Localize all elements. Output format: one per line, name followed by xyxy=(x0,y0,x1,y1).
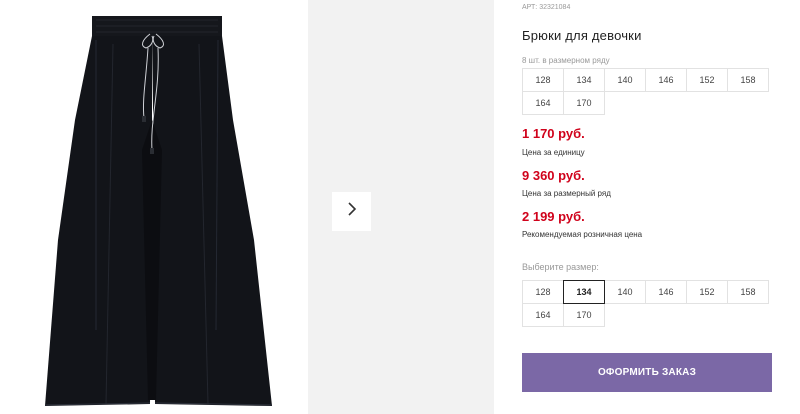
unit-price: 1 170 руб. xyxy=(522,126,585,141)
size-option[interactable]: 146 xyxy=(645,280,687,304)
size-row-cell: 146 xyxy=(645,68,687,92)
product-gallery xyxy=(0,0,494,414)
size-row-cell: 170 xyxy=(563,91,605,115)
size-option[interactable]: 158 xyxy=(727,280,769,304)
size-row-cell: 128 xyxy=(522,68,564,92)
size-option[interactable]: 140 xyxy=(604,280,646,304)
size-row-cell: 164 xyxy=(522,91,564,115)
size-row-cell: 152 xyxy=(686,68,728,92)
retail-price: 2 199 руб. xyxy=(522,209,585,224)
size-row-cell: 158 xyxy=(727,68,769,92)
row-price: 9 360 руб. xyxy=(522,168,585,183)
unit-price-label: Цена за единицу xyxy=(522,148,585,157)
size-option[interactable]: 128 xyxy=(522,280,564,304)
size-row-grid: 128 134 140 146 152 158 164 170 xyxy=(522,68,774,115)
article-number: АРТ: 32321084 xyxy=(522,4,571,11)
retail-price-label: Рекомендуемая розничная цена xyxy=(522,230,643,239)
order-button[interactable]: ОФОРМИТЬ ЗАКАЗ xyxy=(522,353,772,392)
size-option-selected[interactable]: 134 xyxy=(563,280,605,304)
trousers-image xyxy=(44,16,273,406)
size-selector: 128 134 140 146 152 158 164 170 xyxy=(522,280,774,327)
size-option[interactable]: 170 xyxy=(563,303,605,327)
size-row-cell: 134 xyxy=(563,68,605,92)
product-title: Брюки для девочки xyxy=(522,28,642,43)
chevron-right-icon xyxy=(346,201,358,222)
choose-size-label: Выберите размер: xyxy=(522,262,599,272)
row-price-label: Цена за размерный ряд xyxy=(522,189,611,198)
size-option[interactable]: 164 xyxy=(522,303,564,327)
next-image-button[interactable] xyxy=(332,192,371,231)
product-image xyxy=(0,0,308,414)
size-row-cell: 140 xyxy=(604,68,646,92)
size-row-note: 8 шт. в размерном ряду xyxy=(522,56,610,65)
size-option[interactable]: 152 xyxy=(686,280,728,304)
